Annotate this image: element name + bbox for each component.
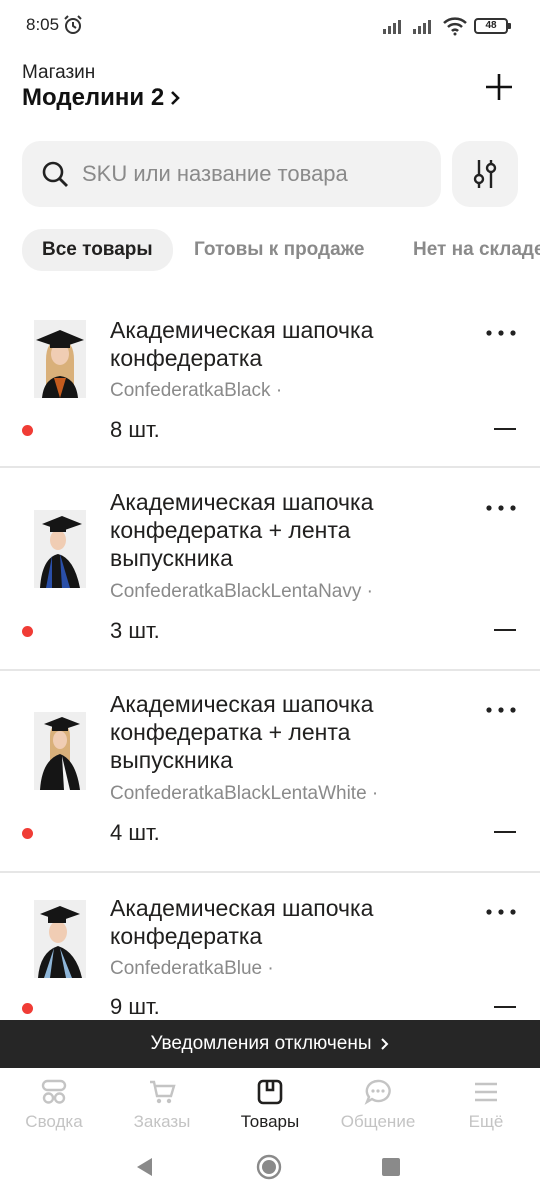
home-icon[interactable] — [256, 1154, 282, 1180]
stock-status-dot — [22, 425, 33, 436]
nav-label: Сводка — [25, 1112, 83, 1131]
nav-item-summary[interactable]: Сводка — [0, 1074, 108, 1140]
back-icon[interactable] — [134, 1156, 154, 1178]
cart-icon — [150, 1080, 176, 1104]
product-image — [34, 712, 86, 790]
product-item[interactable]: Академическая шапочка конфедератка + лен… — [0, 672, 540, 873]
notifications-banner[interactable]: Уведомления отключены — [0, 1020, 540, 1068]
wifi-icon — [443, 17, 467, 36]
chat-icon — [364, 1079, 391, 1105]
product-title: Академическая шапочка конфедератка — [110, 317, 374, 371]
product-title: Академическая шапочка конфедератка + лен… — [110, 489, 374, 571]
tab-all-products[interactable]: Все товары — [22, 229, 173, 271]
nav-item-chat[interactable]: Общение — [324, 1074, 432, 1140]
tab-ready-for-sale[interactable]: Готовы к продаже — [194, 229, 364, 271]
search-icon — [42, 161, 68, 187]
box-icon — [257, 1079, 283, 1105]
more-options-icon[interactable] — [484, 907, 518, 917]
chevron-right-icon — [171, 91, 181, 105]
stock-status-dot — [22, 828, 33, 839]
nav-item-products[interactable]: Товары — [216, 1074, 324, 1140]
stock-status-dot — [22, 626, 33, 637]
battery-icon: 48 — [474, 18, 511, 34]
product-image — [34, 510, 86, 588]
chevron-right-icon — [380, 1038, 388, 1050]
product-quantity: 4 шт. — [110, 820, 160, 845]
search-input[interactable] — [82, 141, 432, 207]
system-navigation — [0, 1142, 540, 1200]
quantity-dash — [494, 428, 516, 430]
product-item[interactable]: Академическая шапочка конфедератка Confe… — [0, 300, 540, 468]
product-sku: ConfederatkaBlackLentaWhite · — [110, 783, 379, 804]
filter-sliders-icon — [473, 160, 497, 188]
status-time: 8:05 — [26, 15, 60, 34]
shop-caption: Магазин — [22, 62, 96, 83]
signal-icon — [383, 20, 401, 34]
product-image — [34, 320, 86, 398]
filter-tabs: Все товары Готовы к продаже Нет на склад… — [22, 229, 540, 271]
dashboard-icon — [41, 1079, 67, 1104]
product-item[interactable]: Академическая шапочка конфедератка Confe… — [0, 874, 540, 1020]
shop-selector[interactable]: Моделини 2 — [22, 84, 182, 112]
battery-level: 48 — [485, 20, 497, 31]
status-bar: 8:05 48 — [0, 0, 540, 52]
product-item[interactable]: Академическая шапочка конфедератка + лен… — [0, 470, 540, 671]
signal-icon — [413, 20, 431, 34]
quantity-dash — [494, 831, 516, 833]
product-image — [34, 900, 86, 978]
tab-out-of-stock[interactable]: Нет на складе — [413, 229, 540, 271]
notifications-banner-label: Уведомления отключены — [150, 1033, 372, 1054]
product-quantity: 9 шт. — [110, 994, 160, 1019]
nav-item-more[interactable]: Ещё — [432, 1074, 540, 1140]
search-box[interactable] — [22, 141, 441, 207]
menu-icon — [475, 1082, 497, 1102]
nav-label: Заказы — [133, 1112, 191, 1131]
product-list: Академическая шапочка конфедератка Confe… — [0, 300, 540, 1020]
product-quantity: 3 шт. — [110, 618, 160, 643]
nav-label: Ещё — [468, 1112, 504, 1131]
recent-apps-icon[interactable] — [382, 1158, 400, 1176]
nav-item-orders[interactable]: Заказы — [108, 1074, 216, 1140]
product-quantity: 8 шт. — [110, 417, 160, 442]
product-sku: ConfederatkaBlackLentaNavy · — [110, 581, 373, 602]
nav-label: Товары — [240, 1112, 300, 1131]
filter-button[interactable] — [452, 141, 518, 207]
quantity-dash — [494, 629, 516, 631]
product-sku: ConfederatkaBlue · — [110, 958, 274, 979]
bottom-navigation: Сводка Заказы Товары Общение Ещё — [0, 1068, 540, 1142]
product-sku: ConfederatkaBlack · — [110, 380, 283, 401]
quantity-dash — [494, 1006, 516, 1008]
more-options-icon[interactable] — [484, 328, 518, 338]
add-icon[interactable] — [480, 68, 518, 106]
nav-label: Общение — [340, 1112, 416, 1131]
product-title: Академическая шапочка конфедератка + лен… — [110, 691, 374, 773]
more-options-icon[interactable] — [484, 705, 518, 715]
alarm-icon — [64, 15, 82, 34]
stock-status-dot — [22, 1003, 33, 1014]
product-title: Академическая шапочка конфедератка — [110, 895, 374, 949]
shop-name: Моделини 2 — [22, 84, 165, 111]
more-options-icon[interactable] — [484, 503, 518, 513]
